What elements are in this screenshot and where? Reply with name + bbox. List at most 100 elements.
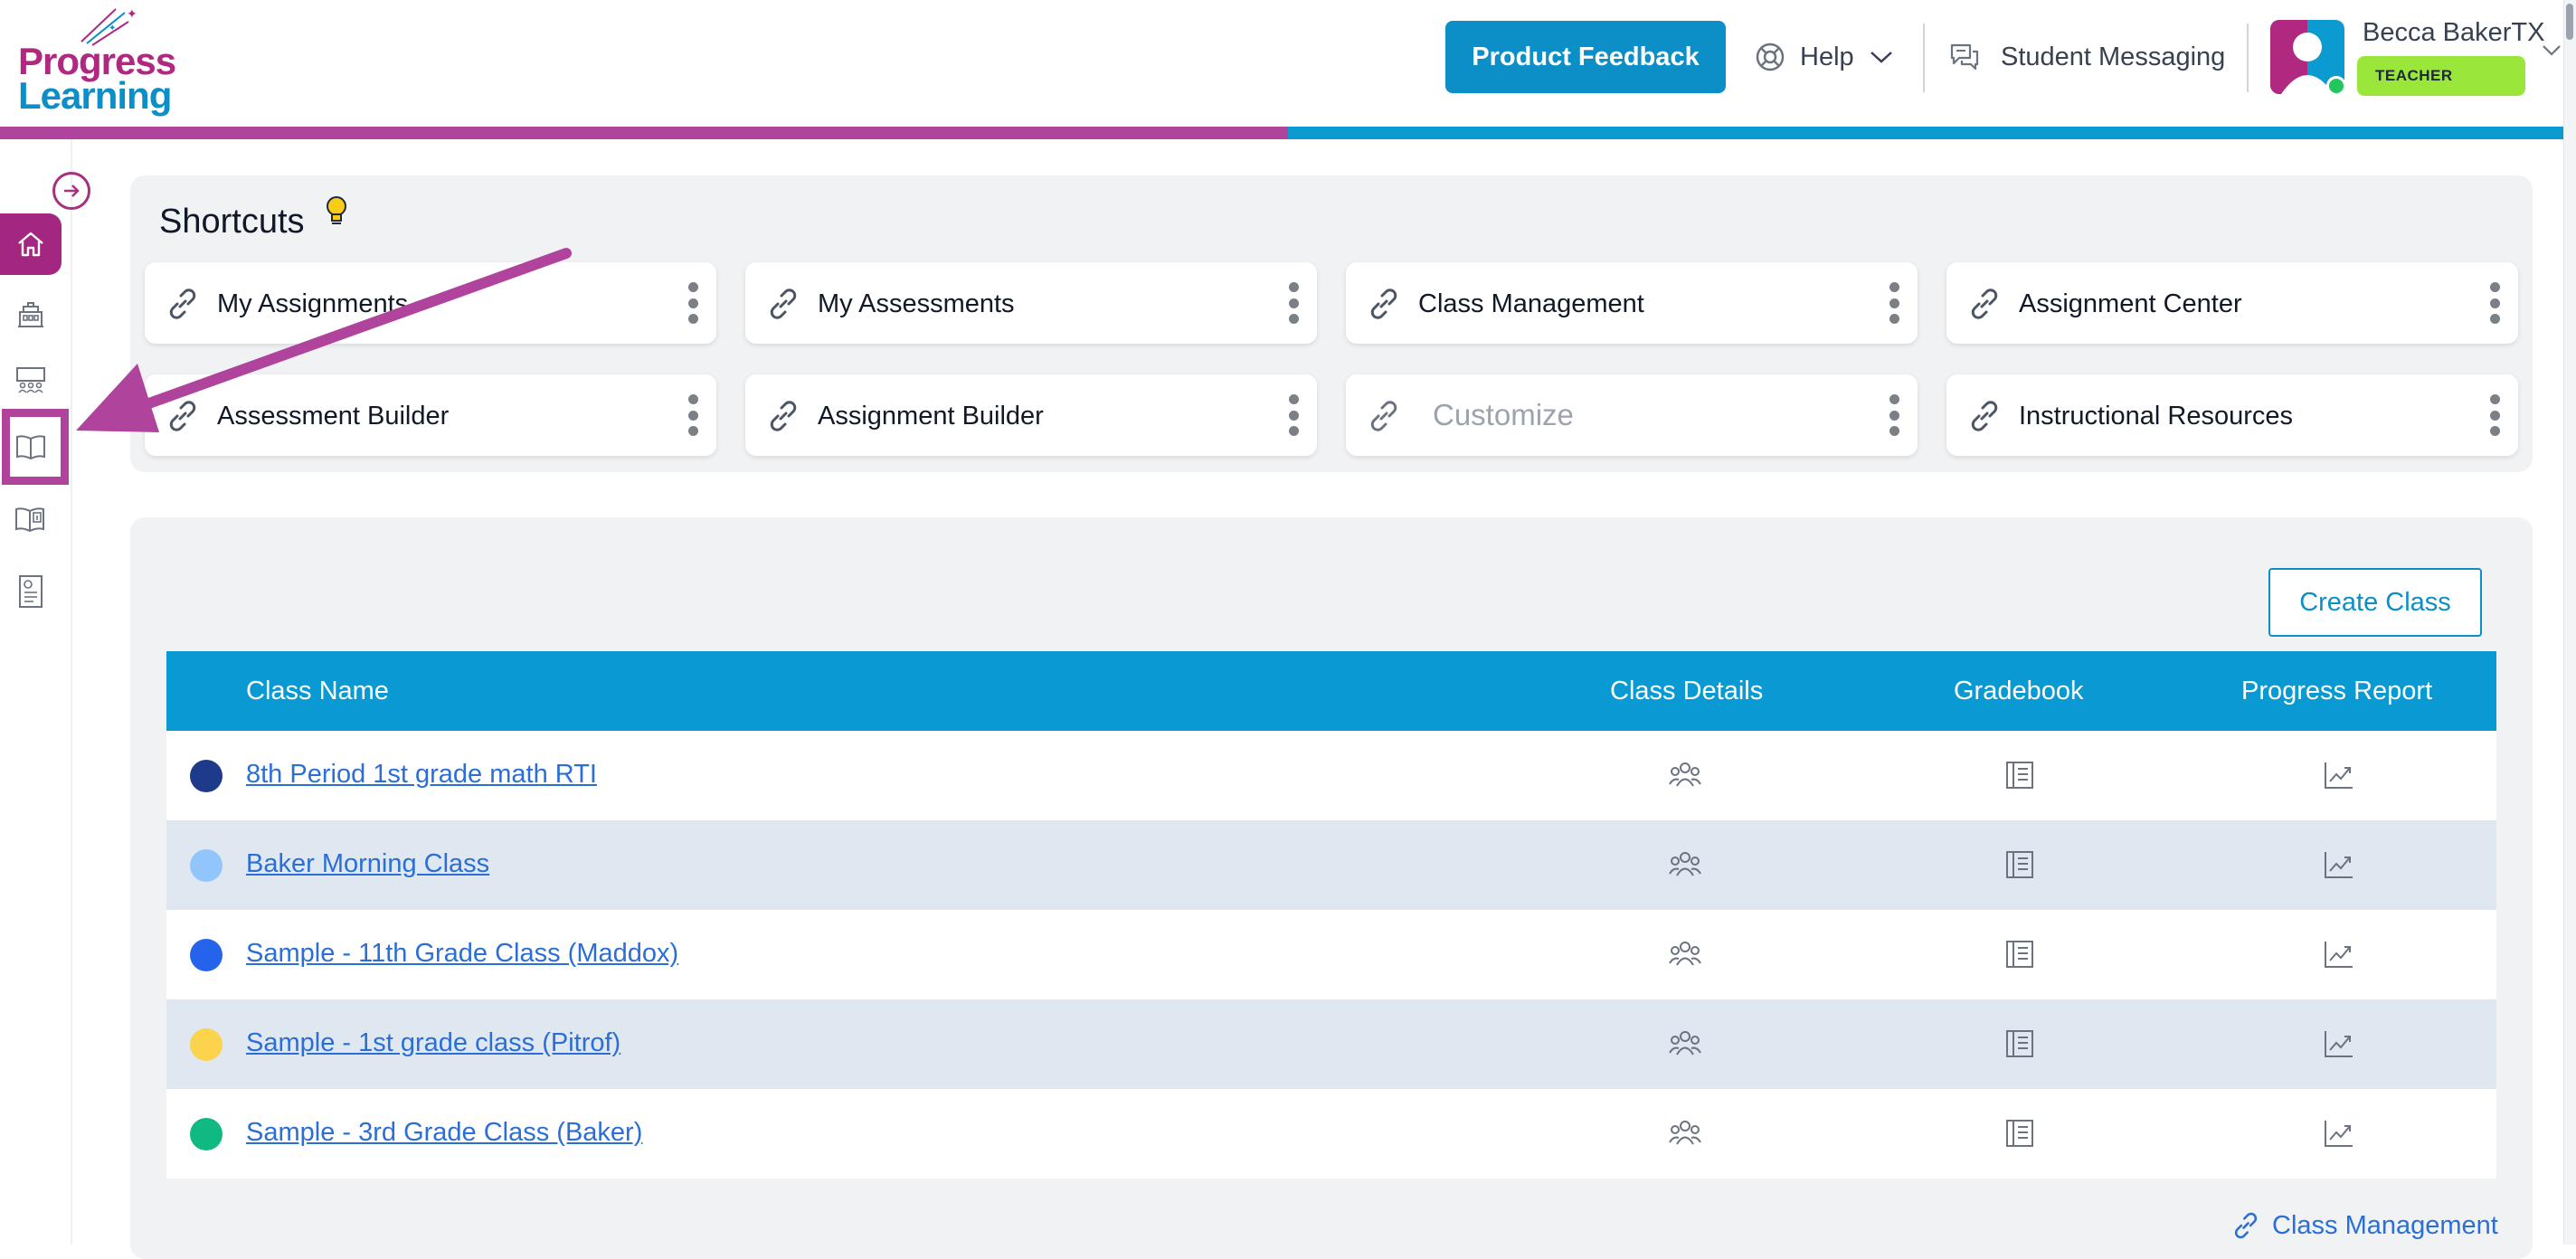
shortcut-label: Assignment Center <box>2019 289 2242 318</box>
shortcuts-panel: Shortcuts My Assignments My Assessments … <box>130 175 2533 472</box>
sidebar-item-reports[interactable] <box>0 561 62 622</box>
kebab-menu-icon[interactable] <box>1889 282 1899 324</box>
school-building-icon <box>18 302 43 327</box>
sidebar-item-home[interactable] <box>0 213 62 275</box>
progress-report-chart-icon[interactable] <box>2323 1118 2355 1149</box>
class-color-dot <box>190 849 223 882</box>
shortcut-card[interactable]: Instructional Resources <box>1946 374 2518 456</box>
student-messaging-label: Student Messaging <box>2001 42 2226 71</box>
class-color-dot <box>190 1118 223 1150</box>
scrollbar-thumb[interactable] <box>2566 4 2573 40</box>
progress-report-chart-icon[interactable] <box>2323 1028 2355 1059</box>
shortcut-card-customize[interactable]: Customize <box>1346 374 1918 456</box>
class-details-people-icon[interactable] <box>1668 849 1702 878</box>
shortcuts-title: Shortcuts <box>159 203 305 241</box>
help-menu[interactable]: Help <box>1755 21 1894 93</box>
classes-table: Class Name Class Details Gradebook Progr… <box>166 651 2496 1179</box>
kebab-menu-icon[interactable] <box>687 394 698 436</box>
progress-report-chart-icon[interactable] <box>2323 849 2355 880</box>
sidebar-item-school[interactable] <box>0 284 62 346</box>
class-management-footer-label: Class Management <box>2272 1210 2498 1240</box>
column-header-gradebook: Gradebook <box>1954 677 2084 705</box>
class-name-link[interactable]: Sample - 1st grade class (Pitrof) <box>246 1028 620 1058</box>
online-status-indicator <box>2326 76 2344 94</box>
shortcut-label: My Assignments <box>217 289 409 318</box>
annotation-highlight-box <box>2 409 69 485</box>
class-details-people-icon[interactable] <box>1668 1028 1702 1057</box>
header-divider <box>2247 24 2249 92</box>
create-class-button[interactable]: Create Class <box>2268 568 2482 637</box>
column-header-class-details: Class Details <box>1610 677 1764 705</box>
role-badge: TEACHER <box>2357 56 2525 96</box>
chat-bubbles-icon <box>1950 43 1979 71</box>
shortcut-label: Customize <box>1433 398 1574 431</box>
shortcut-label: Assignment Builder <box>818 402 1044 431</box>
product-feedback-button[interactable]: Product Feedback <box>1445 21 1726 93</box>
student-messaging-link[interactable]: Student Messaging <box>1948 21 2225 93</box>
svg-text:✦: ✦ <box>109 24 116 33</box>
link-icon <box>770 289 797 319</box>
logo-text-line2: Learning <box>18 74 172 117</box>
shortcut-label: My Assessments <box>818 289 1015 318</box>
header-stripe-blue <box>1288 127 2563 139</box>
link-icon <box>1370 401 1397 431</box>
gradebook-icon[interactable] <box>2004 1028 2035 1059</box>
class-name-link[interactable]: Sample - 3rd Grade Class (Baker) <box>246 1118 642 1148</box>
link-icon <box>1971 401 1998 431</box>
kebab-menu-icon[interactable] <box>687 282 698 324</box>
class-details-people-icon[interactable] <box>1668 760 1702 789</box>
class-name-link[interactable]: Baker Morning Class <box>246 849 489 879</box>
lifebuoy-icon <box>1756 43 1785 71</box>
arrow-right-icon <box>64 185 80 197</box>
class-details-people-icon[interactable] <box>1668 1118 1702 1147</box>
table-row: Sample - 3rd Grade Class (Baker) <box>166 1089 2496 1179</box>
lightbulb-icon[interactable] <box>324 195 349 228</box>
class-details-people-icon[interactable] <box>1668 939 1702 968</box>
kebab-menu-icon[interactable] <box>1288 394 1299 436</box>
table-row: Baker Morning Class <box>166 820 2496 910</box>
table-header: Class Name Class Details Gradebook Progr… <box>166 651 2496 731</box>
link-icon <box>770 401 797 431</box>
table-row: Sample - 11th Grade Class (Maddox) <box>166 910 2496 999</box>
column-header-class-name[interactable]: Class Name <box>246 677 389 706</box>
sidebar-item-book-info[interactable] <box>0 488 62 550</box>
class-name-link[interactable]: 8th Period 1st grade math RTI <box>246 760 597 790</box>
class-name-link[interactable]: Sample - 11th Grade Class (Maddox) <box>246 939 678 969</box>
kebab-menu-icon[interactable] <box>2489 394 2500 436</box>
table-row: 8th Period 1st grade math RTI <box>166 731 2496 820</box>
shortcut-card[interactable]: My Assessments <box>745 262 1317 344</box>
shortcut-label: Assessment Builder <box>217 402 450 431</box>
shortcut-card[interactable]: Assignment Builder <box>745 374 1317 456</box>
progress-learning-logo[interactable]: ✦ ✦ Progress Learning <box>18 5 181 117</box>
table-row: Sample - 1st grade class (Pitrof) <box>166 999 2496 1089</box>
header-stripe-magenta <box>0 127 1288 139</box>
sidebar-item-classroom[interactable] <box>0 349 62 411</box>
link-icon <box>169 401 196 431</box>
chevron-down-icon <box>1870 52 1892 63</box>
page-scrollbar[interactable] <box>2563 0 2576 1245</box>
link-icon <box>1971 289 1998 319</box>
shortcut-label: Class Management <box>1418 289 1644 318</box>
progress-report-chart-icon[interactable] <box>2323 760 2355 790</box>
link-icon <box>1370 289 1397 319</box>
user-name: Becca BakerTX <box>2363 18 2545 47</box>
kebab-menu-icon[interactable] <box>1288 282 1299 324</box>
shortcut-card[interactable]: Assessment Builder <box>145 374 716 456</box>
user-menu-chevron-icon[interactable] <box>2542 43 2562 58</box>
shortcut-card[interactable]: Assignment Center <box>1946 262 2518 344</box>
class-management-footer-link[interactable]: Class Management <box>2230 1210 2498 1241</box>
gradebook-icon[interactable] <box>2004 939 2035 970</box>
avatar[interactable] <box>2270 20 2344 94</box>
shortcut-card[interactable]: Class Management <box>1346 262 1918 344</box>
book-info-icon <box>15 507 44 533</box>
kebab-menu-icon[interactable] <box>2489 282 2500 324</box>
class-color-dot <box>190 760 223 792</box>
kebab-menu-icon[interactable] <box>1889 394 1899 436</box>
home-icon <box>18 232 43 257</box>
gradebook-icon[interactable] <box>2004 1118 2035 1149</box>
progress-report-chart-icon[interactable] <box>2323 939 2355 970</box>
gradebook-icon[interactable] <box>2004 849 2035 880</box>
shortcut-card[interactable]: My Assignments <box>145 262 716 344</box>
expand-sidebar-button[interactable] <box>52 172 90 210</box>
gradebook-icon[interactable] <box>2004 760 2035 790</box>
